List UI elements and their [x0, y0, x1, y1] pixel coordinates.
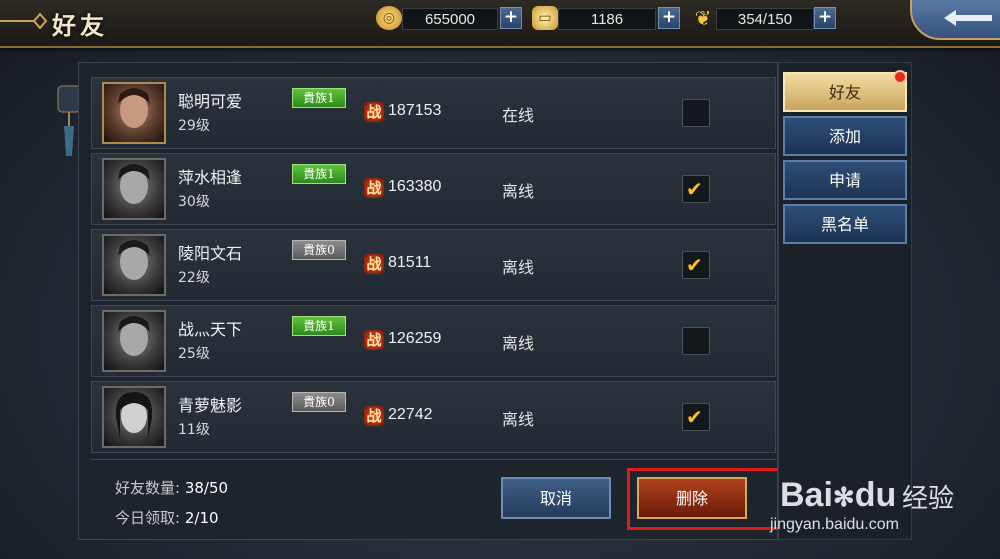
daily-claim-label: 今日领取:: [115, 509, 181, 527]
gold-value: 655000: [402, 8, 498, 30]
online-status: 在线: [502, 106, 535, 125]
friend-level: 22级: [178, 270, 210, 286]
battle-power-icon: 战: [364, 254, 384, 274]
tab-blacklist[interactable]: 黑名单: [783, 204, 907, 244]
noble-badge: 貴族0: [292, 392, 346, 412]
checkmark-icon: ✔: [686, 177, 703, 201]
friend-name: 战灬天下: [178, 320, 243, 339]
friend-row[interactable]: 聪明可爱 29级 貴族1 战 187153 在线: [91, 77, 776, 149]
friend-row[interactable]: 青萝魅影 11级 貴族0 战 22742 离线 ✔: [91, 381, 776, 453]
friend-row[interactable]: 萍水相逢 30级 貴族1 战 163380 离线 ✔: [91, 153, 776, 225]
watermark-brand2: du: [854, 476, 897, 514]
friend-level: 30级: [178, 194, 210, 210]
noble-badge: 貴族1: [292, 316, 346, 336]
select-checkbox[interactable]: ✔: [682, 403, 710, 431]
select-checkbox[interactable]: [682, 327, 710, 355]
select-checkbox[interactable]: ✔: [682, 175, 710, 203]
avatar[interactable]: [102, 82, 166, 144]
avatar[interactable]: [102, 386, 166, 448]
back-arrow-icon: [944, 10, 992, 26]
daily-claim-value: 2/10: [184, 509, 219, 527]
daily-claim: 今日领取: 2/10: [115, 507, 219, 528]
stamina-value: 354/150: [716, 8, 814, 30]
add-stamina-button[interactable]: +: [814, 7, 836, 29]
friend-level: 11级: [178, 422, 210, 438]
tab-label: 黑名单: [820, 215, 869, 234]
friend-name: 青萝魅影: [178, 396, 243, 415]
battle-power-icon: 战: [364, 102, 384, 122]
friend-name: 陵阳文石: [178, 244, 243, 263]
online-status: 离线: [502, 334, 535, 353]
tab-requests[interactable]: 申请: [783, 160, 907, 200]
friend-count: 好友数量: 38/50: [115, 477, 228, 498]
cancel-button[interactable]: 取消: [501, 477, 611, 519]
noble-badge: 貴族1: [292, 164, 346, 184]
friend-count-label: 好友数量:: [115, 479, 181, 497]
paw-icon: ✻: [832, 482, 855, 512]
stamina-wheat-icon: ❦: [694, 6, 712, 30]
battle-power: 22742: [388, 406, 433, 423]
watermark-url: jingyan.baidu.com: [770, 516, 899, 533]
silver-ingot-icon: ▭: [532, 6, 558, 30]
friend-row[interactable]: 陵阳文石 22级 貴族0 战 81511 离线 ✔: [91, 229, 776, 301]
watermark-brand: Bai: [780, 476, 833, 514]
tab-label: 申请: [828, 171, 861, 190]
baidu-watermark: Bai✻du: [780, 476, 896, 515]
online-status: 离线: [502, 182, 535, 201]
tab-add[interactable]: 添加: [783, 116, 907, 156]
gold-coin-icon: ◎: [376, 6, 402, 30]
online-status: 离线: [502, 410, 535, 429]
title-ornament-icon: [0, 12, 48, 30]
checkmark-icon: ✔: [686, 405, 703, 429]
noble-badge: 貴族1: [292, 88, 346, 108]
back-button[interactable]: [910, 0, 1000, 40]
top-bar: 好友 ◎ 655000 + ▭ 1186 + ❦ 354/150 +: [0, 0, 1000, 48]
friend-name: 萍水相逢: [178, 168, 243, 187]
friend-level: 25级: [178, 346, 210, 362]
tab-friends[interactable]: 好友: [783, 70, 907, 112]
battle-power-icon: 战: [364, 406, 384, 426]
watermark-cn: 经验: [902, 484, 955, 514]
battle-power: 187153: [388, 102, 442, 119]
select-checkbox[interactable]: [682, 99, 710, 127]
friend-count-value: 38/50: [184, 479, 229, 497]
checkmark-icon: ✔: [686, 253, 703, 277]
divider: [91, 459, 776, 460]
avatar[interactable]: [102, 158, 166, 220]
battle-power: 163380: [388, 178, 442, 195]
add-ingot-button[interactable]: +: [658, 7, 680, 29]
battle-power-icon: 战: [364, 178, 384, 198]
battle-power: 81511: [388, 254, 432, 271]
battle-power-icon: 战: [364, 330, 384, 350]
avatar[interactable]: [102, 234, 166, 296]
friend-name: 聪明可爱: [178, 92, 243, 111]
friend-level: 29级: [178, 118, 210, 134]
highlight-box: [627, 468, 787, 530]
select-checkbox[interactable]: ✔: [682, 251, 710, 279]
friend-row[interactable]: 战灬天下 25级 貴族1 战 126259 离线: [91, 305, 776, 377]
notification-dot: [893, 70, 907, 84]
tab-label: 添加: [828, 127, 861, 146]
page-title: 好友: [52, 11, 108, 40]
add-gold-button[interactable]: +: [500, 7, 522, 29]
noble-badge: 貴族0: [292, 240, 346, 260]
ingot-value: 1186: [558, 8, 656, 30]
battle-power: 126259: [388, 330, 442, 347]
avatar[interactable]: [102, 310, 166, 372]
tab-label: 好友: [828, 83, 861, 102]
online-status: 离线: [502, 258, 535, 277]
